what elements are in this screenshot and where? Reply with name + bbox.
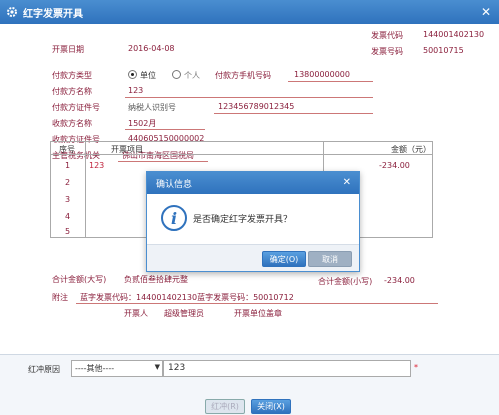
issuer-label: 开票人 [124, 309, 148, 318]
payer-phone-label: 付款方手机号码 [215, 71, 271, 80]
dialog-message: 是否确定红字发票开具？ [193, 215, 293, 225]
payer-type-option-person: 个人 [184, 71, 200, 80]
cancel-button[interactable]: 取消 [308, 251, 352, 267]
invoice-number-value: 50010715 [423, 46, 464, 55]
payer-name-underline [125, 97, 373, 98]
date-label: 开票日期 [52, 45, 84, 54]
close-button[interactable]: 关闭(X) [251, 399, 291, 414]
ok-button[interactable]: 确定(O) [262, 251, 306, 267]
close-icon[interactable]: ✕ [343, 177, 351, 188]
payer-type-label: 付款方类型 [52, 71, 92, 80]
payee-name-underline [125, 129, 205, 130]
table-row-no: 4 [65, 212, 71, 221]
dialog-footer: 确定(O) 取消 [147, 244, 359, 271]
payer-taxid-value[interactable]: 123456789012345 [218, 102, 294, 111]
payer-type-option-unit: 单位 [140, 71, 156, 80]
table-header [51, 142, 432, 155]
date-value: 2016-04-08 [128, 44, 175, 53]
remark-value[interactable]: 蓝字发票代码：144001402130蓝字发票号码：50010712 [80, 292, 294, 303]
dialog-title-bar: 确认信息 ✕ [147, 172, 359, 194]
total-upper-label: 合计金额(大写) [52, 275, 107, 284]
remark-label: 附注 [52, 293, 68, 302]
info-icon: i [161, 205, 187, 231]
payer-id-label: 付款方证件号 [52, 103, 100, 112]
reason-input[interactable]: 123 [163, 360, 411, 377]
issuer-value: 超级管理员 [164, 309, 204, 318]
payer-type-radio-unit[interactable] [128, 70, 137, 79]
table-row-no: 2 [65, 178, 71, 187]
gear-icon [7, 7, 17, 17]
payer-taxid-underline [214, 113, 373, 114]
table-row-no: 5 [65, 227, 71, 236]
table-divider [85, 142, 86, 237]
payer-name-label: 付款方名称 [52, 87, 92, 96]
total-upper-value: 负贰佰叁拾肆元整 [124, 275, 188, 284]
reason-label: 红冲原因 [28, 365, 60, 374]
confirm-dialog: 确认信息 ✕ i 是否确定红字发票开具？ 确定(O) 取消 [146, 171, 360, 272]
table-row-no: 1 [65, 161, 71, 170]
reason-select[interactable]: ----其他---- ▼ [71, 360, 163, 377]
col-item-header: 开票项目 [111, 145, 143, 154]
chevron-down-icon[interactable]: ▼ [155, 363, 160, 371]
table-row-amount[interactable]: -234.00 [379, 161, 410, 170]
payer-type-radio-person[interactable] [172, 70, 181, 79]
payee-name-label: 收款方名称 [52, 119, 92, 128]
required-mark: * [414, 363, 418, 372]
invoice-code-value: 144001402130 [423, 30, 485, 39]
total-lower-label: 合计金额(小写) [318, 277, 373, 286]
red-flush-panel: 红冲原因 ----其他---- ▼ 123 * 红冲(R) 关闭(X) [0, 354, 499, 415]
red-flush-button[interactable]: 红冲(R) [205, 399, 245, 414]
invoice-number-label: 发票号码 [371, 47, 403, 56]
window-title-bar: 红字发票开具 ✕ [0, 0, 499, 24]
payer-phone-underline [288, 81, 373, 82]
reason-select-value: ----其他---- [75, 364, 115, 373]
table-row-no: 3 [65, 195, 71, 204]
payer-taxid-label: 纳税人识别号 [128, 103, 176, 112]
total-lower-value: -234.00 [384, 276, 415, 285]
window-title: 红字发票开具 [23, 8, 83, 20]
close-icon[interactable]: ✕ [481, 5, 491, 19]
payer-name-value[interactable]: 123 [128, 86, 143, 95]
col-amount-header: 金额（元） [391, 145, 431, 154]
invoice-code-label: 发票代码 [371, 31, 403, 40]
remark-underline [76, 303, 438, 304]
payer-phone-value[interactable]: 13800000000 [294, 70, 350, 79]
dialog-title: 确认信息 [156, 179, 193, 190]
table-row-item[interactable]: 123 [89, 161, 104, 170]
payee-name-value: 1502月 [128, 119, 157, 128]
col-no-header: 序号 [59, 145, 75, 154]
seal-label: 开票单位盖章 [234, 309, 282, 318]
